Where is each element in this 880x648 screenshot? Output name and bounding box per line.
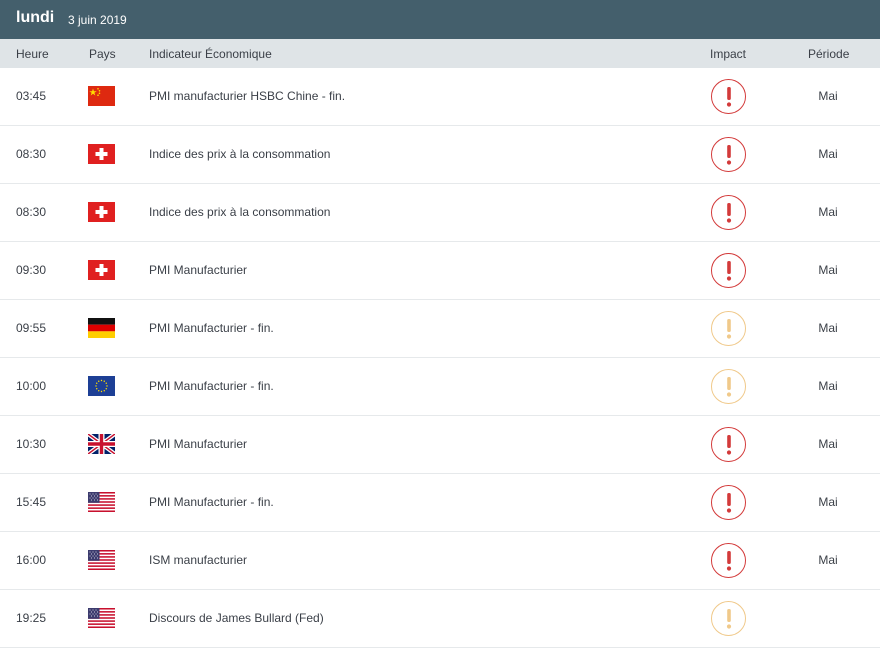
table-row[interactable]: 09:55 PMI Manufacturier - fin. Mai — [0, 300, 880, 358]
table-row[interactable]: 03:45 PMI manufacturier HSBC Chine - fin.… — [0, 68, 880, 126]
column-header-impact: Impact — [710, 47, 747, 61]
impact-high-icon — [711, 485, 746, 520]
event-indicator: PMI manufacturier HSBC Chine - fin. — [149, 89, 346, 103]
table-row[interactable]: 10:00 PMI Manufacturier - fin. Mai — [0, 358, 880, 416]
impact-high-icon — [711, 137, 746, 172]
event-time: 09:55 — [16, 321, 47, 335]
economic-calendar: lundi 3 juin 2019 Heure Pays Indicateur … — [0, 0, 880, 648]
usa-flag-icon — [88, 608, 115, 628]
impact-high-icon — [711, 543, 746, 578]
china-flag-icon — [88, 86, 115, 106]
event-indicator: Indice des prix à la consommation — [149, 205, 331, 219]
column-headers: Heure Pays Indicateur Économique Impact … — [0, 39, 880, 68]
event-indicator: PMI Manufacturier - fin. — [149, 321, 274, 335]
impact-high-icon — [711, 427, 746, 462]
event-time: 15:45 — [16, 495, 47, 509]
event-time: 16:00 — [16, 553, 47, 567]
usa-flag-icon — [88, 550, 115, 570]
impact-medium-icon — [711, 369, 746, 404]
event-indicator: PMI Manufacturier - fin. — [149, 379, 274, 393]
event-time: 10:30 — [16, 437, 47, 451]
event-indicator: PMI Manufacturier - fin. — [149, 495, 274, 509]
column-header-country: Pays — [89, 47, 116, 61]
event-indicator: PMI Manufacturier — [149, 263, 248, 277]
column-header-indicator: Indicateur Économique — [149, 47, 272, 61]
day-header: lundi 3 juin 2019 — [0, 0, 880, 39]
event-period: Mai — [818, 147, 838, 161]
usa-flag-icon — [88, 492, 115, 512]
table-row[interactable]: 16:00 ISM manufacturier Mai — [0, 532, 880, 590]
table-row[interactable]: 15:45 PMI Manufacturier - fin. Mai — [0, 474, 880, 532]
event-indicator: PMI Manufacturier — [149, 437, 248, 451]
event-time: 08:30 — [16, 147, 47, 161]
event-period: Mai — [818, 89, 838, 103]
event-period: Mai — [818, 263, 838, 277]
day-name: lundi — [16, 9, 55, 26]
table-row[interactable]: 08:30 Indice des prix à la consommation Ma… — [0, 184, 880, 242]
event-period: Mai — [818, 437, 838, 451]
impact-high-icon — [711, 79, 746, 114]
germany-flag-icon — [88, 318, 115, 338]
event-time: 09:30 — [16, 263, 47, 277]
event-indicator: Discours de James Bullard (Fed) — [149, 611, 324, 625]
event-time: 10:00 — [16, 379, 47, 393]
event-indicator: ISM manufacturier — [149, 553, 248, 567]
impact-medium-icon — [711, 311, 746, 346]
column-header-time: Heure — [16, 47, 49, 61]
event-period: Mai — [818, 495, 838, 509]
switzerland-flag-icon — [88, 260, 115, 280]
table-row[interactable]: 09:30 PMI Manufacturier Mai — [0, 242, 880, 300]
event-period: Mai — [818, 553, 838, 567]
event-period: Mai — [818, 321, 838, 335]
event-period: Mai — [818, 205, 838, 219]
impact-high-icon — [711, 195, 746, 230]
column-header-period: Période — [808, 47, 850, 61]
switzerland-flag-icon — [88, 144, 115, 164]
table-row[interactable]: 19:25 Discours de James Bullard (Fed) — [0, 590, 880, 648]
impact-high-icon — [711, 253, 746, 288]
day-date: 3 juin 2019 — [68, 13, 127, 27]
switzerland-flag-icon — [88, 202, 115, 222]
events-list: 03:45 PMI manufacturier HSBC Chine - fin.… — [0, 68, 880, 648]
event-period: Mai — [818, 379, 838, 393]
event-indicator: Indice des prix à la consommation — [149, 147, 331, 161]
eu-flag-icon — [88, 376, 115, 396]
event-time: 19:25 — [16, 611, 47, 625]
impact-medium-icon — [711, 601, 746, 636]
table-row[interactable]: 10:30 PMI Manufacturier Mai — [0, 416, 880, 474]
event-time: 03:45 — [16, 89, 47, 103]
event-time: 08:30 — [16, 205, 47, 219]
uk-flag-icon — [88, 434, 115, 454]
table-row[interactable]: 08:30 Indice des prix à la consommation Ma… — [0, 126, 880, 184]
